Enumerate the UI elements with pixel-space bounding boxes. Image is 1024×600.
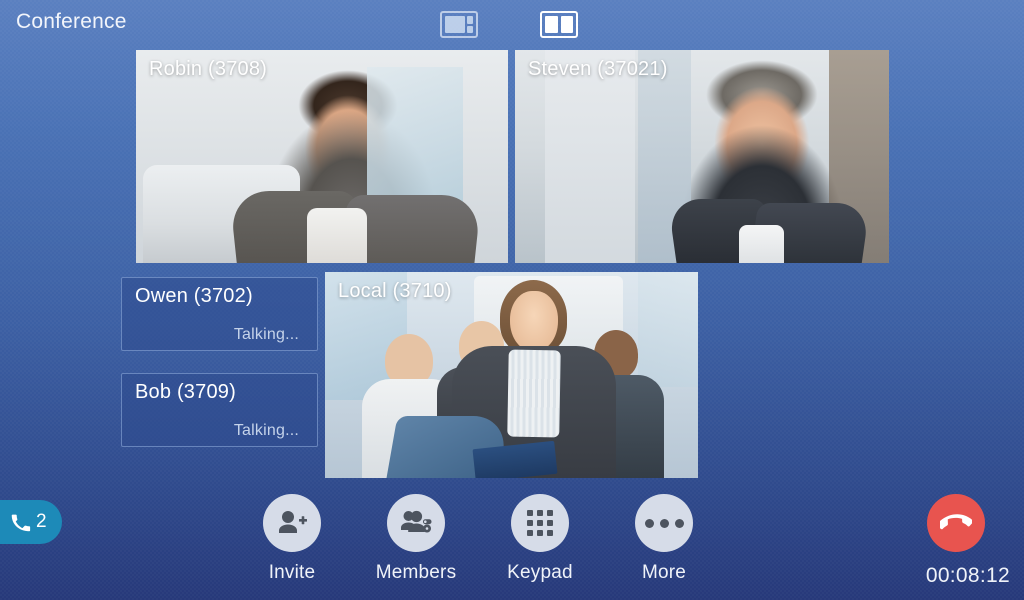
participant-name: Bob (3709): [135, 381, 236, 403]
dialpad-grid-icon: [527, 510, 553, 536]
active-calls-badge[interactable]: 2: [0, 500, 62, 544]
more-button[interactable]: More: [630, 494, 698, 584]
keypad-button-label: Keypad: [507, 562, 573, 583]
conference-call-screen: Conference Robin (3708) Steven (37021) L…: [0, 0, 1024, 600]
page-title: Conference: [16, 10, 127, 33]
person-add-icon: [279, 511, 307, 533]
invite-button[interactable]: Invite: [258, 494, 326, 584]
call-duration-timer: 00:08:12: [925, 564, 1010, 587]
invite-button-label: Invite: [268, 562, 316, 583]
active-calls-count: 2: [36, 511, 47, 532]
participant-tile-owen[interactable]: Owen (3702) Talking...: [121, 277, 318, 351]
hangup-button[interactable]: [927, 494, 985, 552]
video-tile-label: Steven (37021): [528, 58, 668, 80]
layout-one-plus-two-button[interactable]: [440, 11, 478, 38]
top-bar: Conference: [0, 0, 1024, 48]
video-tile-steven[interactable]: Steven (37021): [515, 50, 889, 263]
video-tile-local[interactable]: Local (3710): [325, 272, 698, 478]
layout-two-equal-icon: [545, 16, 573, 33]
keypad-button[interactable]: Keypad: [506, 494, 574, 584]
layout-toggle-group: [440, 11, 578, 38]
members-button-circle: [387, 494, 445, 552]
members-button-label: Members: [375, 562, 457, 583]
phone-handset-icon: [11, 514, 31, 531]
members-button[interactable]: Members: [376, 494, 456, 584]
participant-tile-bob[interactable]: Bob (3709) Talking...: [121, 373, 318, 447]
layout-two-equal-button[interactable]: [540, 11, 578, 38]
layout-one-plus-two-icon: [445, 16, 473, 33]
people-settings-icon: [401, 510, 432, 533]
more-button-circle: [635, 494, 693, 552]
video-feed-steven: [515, 50, 889, 263]
video-feed-robin: [136, 50, 508, 263]
hangup-handset-icon: [940, 514, 972, 530]
ellipsis-icon: [644, 518, 684, 528]
call-actions: Invite Members Keypad More: [258, 494, 698, 584]
video-tile-robin[interactable]: Robin (3708): [136, 50, 508, 263]
invite-button-circle: [263, 494, 321, 552]
participant-status: Talking...: [233, 326, 299, 343]
participant-status: Talking...: [233, 422, 299, 439]
keypad-button-circle: [511, 494, 569, 552]
more-button-label: More: [641, 562, 687, 583]
video-tile-label: Robin (3708): [149, 58, 268, 80]
participant-name: Owen (3702): [135, 285, 253, 307]
bottom-toolbar: 2 Invite Members Keypad More 00:08:12: [0, 484, 1024, 600]
video-tile-label: Local (3710): [338, 280, 452, 302]
